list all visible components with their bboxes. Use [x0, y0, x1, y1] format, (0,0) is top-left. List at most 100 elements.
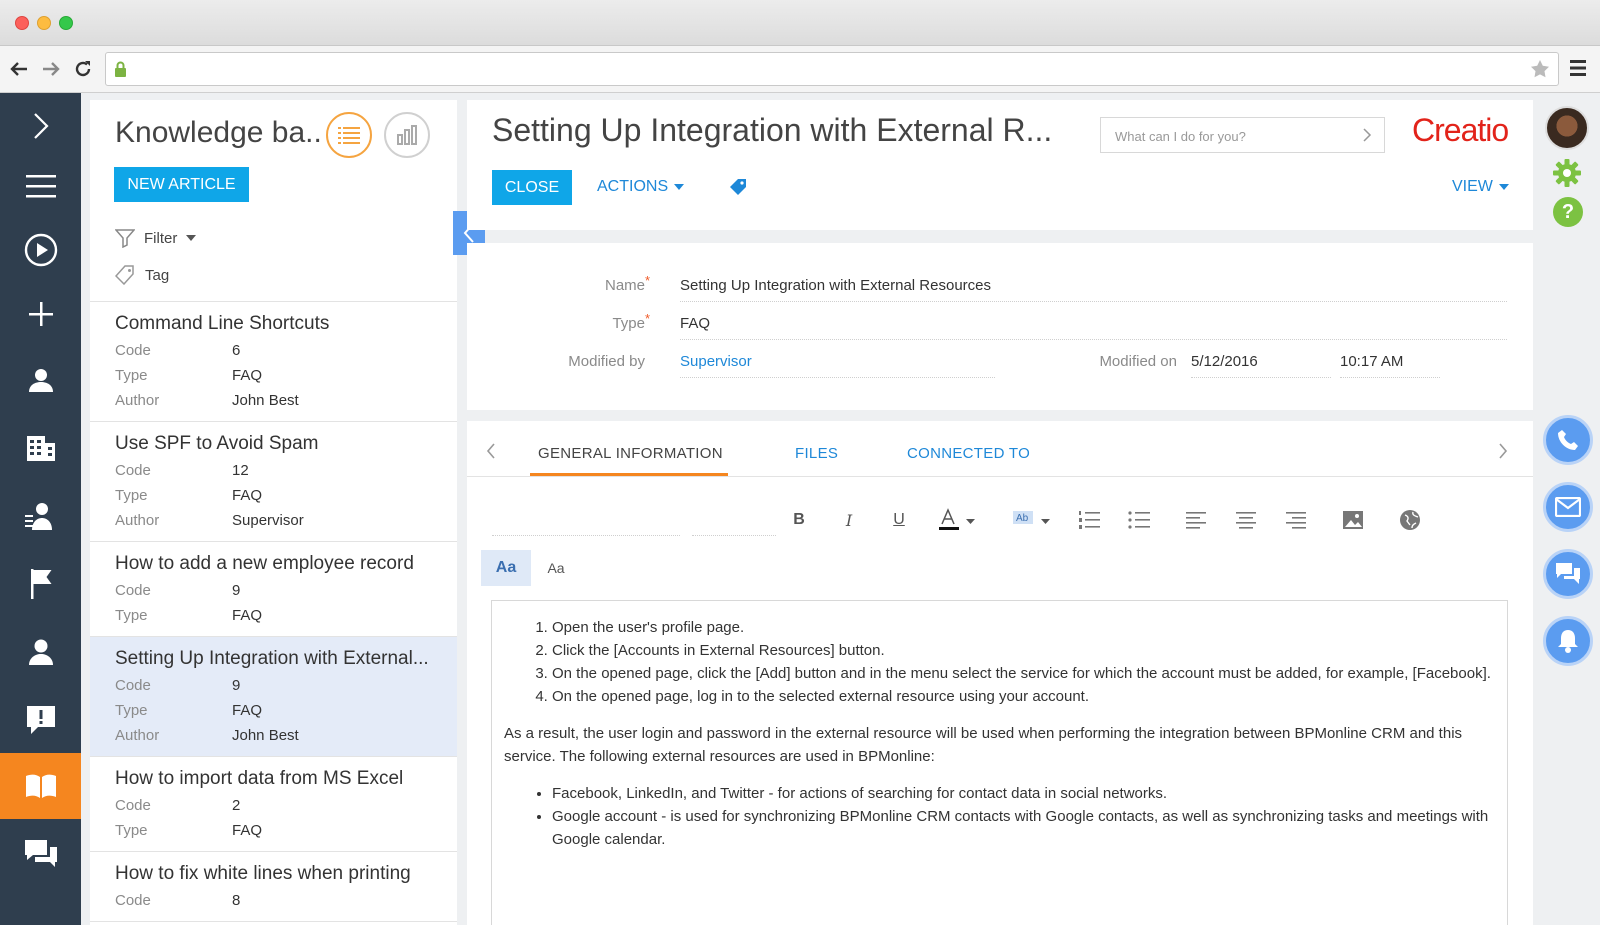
type-value: FAQ [232, 487, 263, 504]
modified-on-date[interactable]: 5/12/2016 [1191, 353, 1331, 378]
url-bar[interactable] [105, 52, 1559, 86]
align-right-icon[interactable] [1284, 508, 1308, 532]
type-label: Type * [537, 311, 650, 332]
article-title[interactable]: Command Line Shortcuts [115, 310, 457, 338]
expand-sidebar-button[interactable] [0, 93, 81, 159]
user-avatar[interactable] [1545, 106, 1589, 150]
tab-files[interactable]: FILES [795, 445, 838, 462]
bookmark-star-icon[interactable] [1530, 59, 1550, 84]
font-color-icon[interactable] [937, 508, 981, 532]
knowledge-base-book-icon[interactable] [0, 753, 81, 819]
leads-icon[interactable] [0, 483, 81, 549]
code-label: Code [115, 892, 151, 909]
align-center-icon[interactable] [1234, 508, 1258, 532]
modified-on-time[interactable]: 10:17 AM [1340, 353, 1440, 378]
format-style-button-active[interactable]: Aa [481, 550, 531, 586]
highlight-color-icon[interactable]: Ab [1012, 508, 1056, 532]
back-icon[interactable] [6, 56, 32, 82]
code-value: 6 [232, 342, 241, 359]
insert-image-icon[interactable] [1341, 508, 1365, 532]
close-button[interactable]: CLOSE [492, 170, 572, 205]
flag-icon[interactable] [0, 551, 81, 617]
minimize-window-button[interactable] [37, 16, 51, 30]
filter-button[interactable]: Filter [115, 228, 197, 248]
email-button[interactable] [1543, 482, 1593, 532]
active-tab-indicator [530, 473, 728, 476]
forward-icon[interactable] [38, 56, 64, 82]
notifications-button[interactable] [1543, 616, 1593, 666]
name-label-text: Name [604, 277, 645, 294]
accounts-building-icon[interactable] [0, 415, 81, 481]
list-item-selected[interactable]: Setting Up Integration with External... … [90, 637, 457, 757]
search-placeholder: What can I do for you? [1115, 129, 1246, 144]
chevron-right-icon[interactable] [1363, 128, 1372, 142]
chevron-left-icon[interactable] [486, 443, 496, 459]
font-size-select[interactable] [692, 535, 776, 536]
format-style-button[interactable]: Aa [531, 550, 581, 586]
tag-filter-button[interactable]: Tag [115, 265, 169, 285]
italic-icon[interactable]: I [837, 508, 861, 532]
article-body-editor[interactable]: Open the user's profile page. Click the … [491, 600, 1508, 925]
code-label: Code [115, 677, 151, 694]
feed-chat-icon[interactable] [0, 821, 81, 887]
analytics-chart-button[interactable] [384, 112, 430, 158]
menu-icon[interactable] [0, 153, 81, 219]
author-value: John Best [232, 727, 299, 744]
article-title[interactable]: How to fix white lines when printing [115, 860, 457, 888]
contacts-icon[interactable] [0, 347, 81, 413]
step-item: On the opened page, click the [Add] butt… [552, 662, 1495, 685]
actions-label: ACTIONS [597, 178, 669, 195]
type-label-text: Type [612, 315, 645, 332]
tab-general-information[interactable]: GENERAL INFORMATION [538, 445, 723, 462]
list-item[interactable]: Command Line Shortcuts Code 6 Type FAQ Aut… [90, 302, 457, 422]
list-item[interactable]: How to import data from MS Excel Code 2 T… [90, 757, 457, 852]
list-item[interactable]: Use SPF to Avoid Spam Code 12 Type FAQ Aut… [90, 422, 457, 542]
type-label: Type [115, 607, 148, 624]
bold-icon[interactable]: B [787, 508, 811, 532]
code-label: Code [115, 582, 151, 599]
type-label: Type [115, 702, 148, 719]
list-item[interactable]: How to add a new employee record Code 9 T… [90, 542, 457, 637]
code-label: Code [115, 342, 151, 359]
new-article-button[interactable]: NEW ARTICLE [114, 167, 249, 202]
tab-connected-to[interactable]: CONNECTED TO [907, 445, 1030, 462]
font-family-select[interactable] [492, 535, 680, 536]
underline-icon[interactable]: U [887, 508, 911, 532]
process-play-icon[interactable] [0, 217, 81, 283]
name-field[interactable]: Setting Up Integration with External Res… [680, 277, 1507, 302]
reload-icon[interactable] [70, 56, 96, 82]
employees-icon[interactable] [0, 619, 81, 685]
zoom-window-button[interactable] [59, 16, 73, 30]
cases-alert-icon[interactable] [0, 687, 81, 753]
align-left-icon[interactable] [1184, 508, 1208, 532]
article-list: Command Line Shortcuts Code 6 Type FAQ Aut… [90, 301, 457, 922]
insert-link-globe-icon[interactable] [1398, 508, 1422, 532]
code-value: 12 [232, 462, 249, 479]
phone-call-button[interactable] [1543, 415, 1593, 465]
view-label: VIEW [1452, 178, 1493, 195]
type-field[interactable]: FAQ [680, 315, 1507, 340]
close-window-button[interactable] [15, 16, 29, 30]
article-title[interactable]: Use SPF to Avoid Spam [115, 430, 457, 458]
list-item[interactable]: How to fix white lines when printing Cod… [90, 852, 457, 922]
command-search-input[interactable]: What can I do for you? [1100, 117, 1385, 153]
bullet-list-icon[interactable] [1127, 508, 1151, 532]
modified-by-field[interactable]: Supervisor [680, 353, 995, 378]
list-view-button[interactable] [326, 112, 372, 158]
code-label: Code [115, 797, 151, 814]
browser-menu-icon[interactable] [1570, 59, 1586, 82]
article-title[interactable]: How to import data from MS Excel [115, 765, 457, 793]
add-icon[interactable] [0, 281, 81, 347]
gear-icon[interactable] [1552, 158, 1582, 193]
author-label: Author [115, 512, 160, 529]
tag-icon[interactable] [729, 178, 747, 201]
view-dropdown[interactable]: VIEW [1452, 178, 1509, 196]
chevron-right-icon[interactable] [1498, 443, 1508, 459]
chat-button[interactable] [1543, 549, 1593, 599]
caret-down-icon [186, 235, 197, 241]
article-title[interactable]: How to add a new employee record [115, 550, 457, 578]
actions-dropdown[interactable]: ACTIONS [597, 178, 685, 196]
numbered-list-icon[interactable] [1077, 508, 1101, 532]
article-title[interactable]: Setting Up Integration with External... [115, 645, 457, 673]
help-icon[interactable]: ? [1553, 197, 1583, 227]
